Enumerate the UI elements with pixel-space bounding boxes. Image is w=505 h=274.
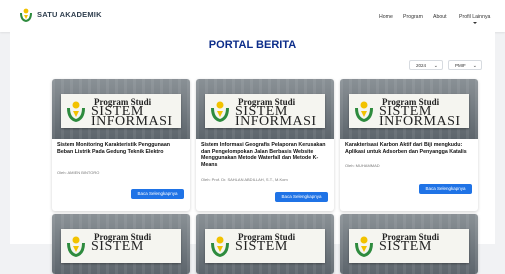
card-title[interactable]: Sistem Informasi Geografis Pelaporan Ker… — [201, 142, 331, 168]
banner-plate: Program Studi SISTEM INFORMASI — [349, 94, 469, 129]
card-title[interactable]: Karakterisasi Karbon Aktif dari Biji men… — [345, 142, 475, 155]
banner-line2: SISTEM — [235, 239, 288, 254]
news-card: Program Studi SISTEM INFORMASI Sistem In… — [196, 79, 334, 211]
banner-line3: INFORMASI — [235, 114, 317, 129]
scope-select[interactable]: PMIF ⌄ — [448, 60, 482, 70]
banner-line2: SISTEM — [379, 239, 432, 254]
brand-name[interactable]: SATU AKADEMIK — [37, 10, 102, 19]
chevron-down-icon: ⌄ — [433, 63, 438, 69]
nav-profil-lainnya[interactable]: Profil Lainnya — [459, 14, 490, 24]
card-banner-image: Program Studi SISTEM INFORMASI — [196, 79, 334, 139]
news-card: Program Studi SISTEM — [52, 214, 190, 274]
page-title: PORTAL BERITA — [208, 39, 297, 51]
news-card: Program Studi SISTEM — [340, 214, 478, 274]
university-emblem-icon — [211, 101, 229, 122]
top-navbar: SATU AKADEMIK Home Program About Profil … — [0, 0, 505, 32]
card-banner-image: Program Studi SISTEM — [52, 214, 190, 274]
card-title[interactable]: Sistem Monitoring Karakteristik Pengguna… — [57, 142, 187, 155]
banner-line2: SISTEM — [91, 239, 144, 254]
news-card: Program Studi SISTEM — [196, 214, 334, 274]
banner-line3: INFORMASI — [379, 114, 461, 129]
university-emblem-icon — [355, 236, 373, 257]
card-banner-image: Program Studi SISTEM INFORMASI — [52, 79, 190, 139]
card-banner-image: Program Studi SISTEM INFORMASI — [340, 79, 478, 139]
university-logo-icon — [20, 8, 32, 22]
read-more-button[interactable]: Baca Selengkapnya — [275, 192, 328, 202]
nav-home[interactable]: Home — [379, 14, 393, 20]
university-emblem-icon — [67, 236, 85, 257]
banner-plate: Program Studi SISTEM — [61, 229, 181, 263]
year-select[interactable]: 2024 ⌄ — [409, 60, 443, 70]
card-author: Oleh: AMIEN BINTORO — [57, 170, 100, 175]
nav-program[interactable]: Program — [403, 14, 423, 20]
chevron-down-icon: ⌄ — [472, 63, 477, 69]
news-card: Program Studi SISTEM INFORMASI Sistem Mo… — [52, 79, 190, 211]
banner-line3: INFORMASI — [91, 114, 173, 129]
news-card: Program Studi SISTEM INFORMASI Karakteri… — [340, 79, 478, 211]
card-banner-image: Program Studi SISTEM — [196, 214, 334, 274]
read-more-button[interactable]: Baca Selengkapnya — [419, 184, 472, 194]
card-author: Oleh: Prof. Dr. SAHLAN ABDILLAH, S.T., M… — [201, 177, 288, 182]
university-emblem-icon — [355, 101, 373, 122]
nav-about[interactable]: About — [433, 14, 447, 20]
year-select-value: 2024 — [416, 63, 427, 68]
read-more-button[interactable]: Baca Selengkapnya — [131, 189, 184, 199]
banner-plate: Program Studi SISTEM INFORMASI — [205, 94, 325, 129]
scope-select-value: PMIF — [455, 63, 466, 68]
banner-plate: Program Studi SISTEM — [349, 229, 469, 263]
university-emblem-icon — [211, 236, 229, 257]
banner-plate: Program Studi SISTEM — [205, 229, 325, 263]
university-emblem-icon — [67, 101, 85, 122]
banner-plate: Program Studi SISTEM INFORMASI — [61, 94, 181, 129]
card-banner-image: Program Studi SISTEM — [340, 214, 478, 274]
card-author: Oleh: MUHAMMAD — [345, 163, 380, 168]
